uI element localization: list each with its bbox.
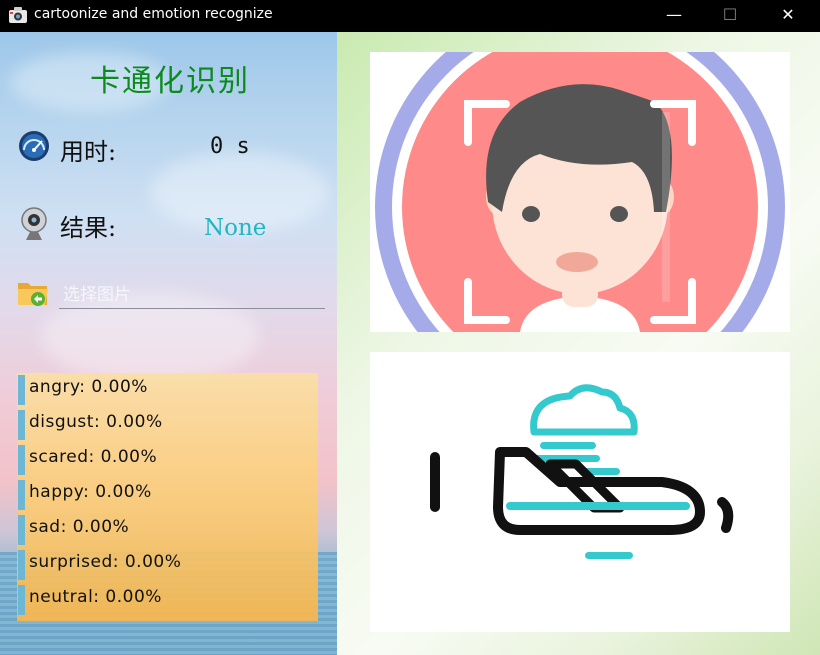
speedometer-icon bbox=[19, 131, 49, 161]
emotion-bar bbox=[18, 585, 25, 615]
face-recognition-illustration bbox=[375, 52, 785, 332]
emotion-row-surprised: surprised: 0.00% bbox=[17, 548, 318, 580]
emotion-bar bbox=[18, 550, 25, 580]
emotion-bar bbox=[18, 445, 25, 475]
folder-open-icon[interactable] bbox=[16, 277, 50, 309]
emotion-label: scared: 0.00% bbox=[29, 447, 158, 467]
minimize-button[interactable]: — bbox=[646, 0, 702, 32]
close-button[interactable]: ✕ bbox=[760, 0, 816, 32]
emotion-label: happy: 0.00% bbox=[29, 482, 152, 502]
emotion-row-happy: happy: 0.00% bbox=[17, 478, 318, 510]
emotion-bar bbox=[18, 480, 25, 510]
emotion-row-sad: sad: 0.00% bbox=[17, 513, 318, 545]
emotion-bar bbox=[18, 515, 25, 545]
window-title: cartoonize and emotion recognize bbox=[34, 6, 273, 22]
time-value: 0 s bbox=[210, 134, 250, 159]
emotion-row-disgust: disgust: 0.00% bbox=[17, 408, 318, 440]
emotion-label: neutral: 0.00% bbox=[29, 587, 162, 607]
emotion-label: disgust: 0.00% bbox=[29, 412, 163, 432]
preview-panel bbox=[337, 32, 820, 655]
webcam-icon bbox=[21, 207, 47, 240]
control-panel: 卡通化识别 用时: 0 s 结果: None angry: 0.00% disg… bbox=[0, 32, 337, 655]
emotion-bar bbox=[18, 375, 25, 405]
emotion-probability-list: angry: 0.00% disgust: 0.00% scared: 0.00… bbox=[17, 373, 318, 621]
emotion-row-angry: angry: 0.00% bbox=[17, 373, 318, 405]
file-path-input[interactable] bbox=[59, 282, 325, 309]
output-image-preview bbox=[370, 352, 790, 632]
emotion-row-neutral: neutral: 0.00% bbox=[17, 583, 318, 615]
airplane-illustration bbox=[430, 384, 734, 559]
emotion-label: surprised: 0.00% bbox=[29, 552, 182, 572]
window-titlebar: cartoonize and emotion recognize — ☐ ✕ bbox=[0, 0, 820, 32]
app-title: 卡通化识别 bbox=[90, 64, 250, 99]
time-label: 用时: bbox=[60, 138, 117, 166]
maximize-button[interactable]: ☐ bbox=[702, 0, 758, 32]
input-image-preview[interactable] bbox=[370, 52, 790, 332]
emotion-label: angry: 0.00% bbox=[29, 377, 148, 397]
emotion-row-scared: scared: 0.00% bbox=[17, 443, 318, 475]
result-value: None bbox=[204, 215, 267, 241]
emotion-bar bbox=[18, 410, 25, 440]
camera-app-icon bbox=[9, 7, 27, 23]
result-label: 结果: bbox=[60, 214, 117, 242]
emotion-label: sad: 0.00% bbox=[29, 517, 130, 537]
